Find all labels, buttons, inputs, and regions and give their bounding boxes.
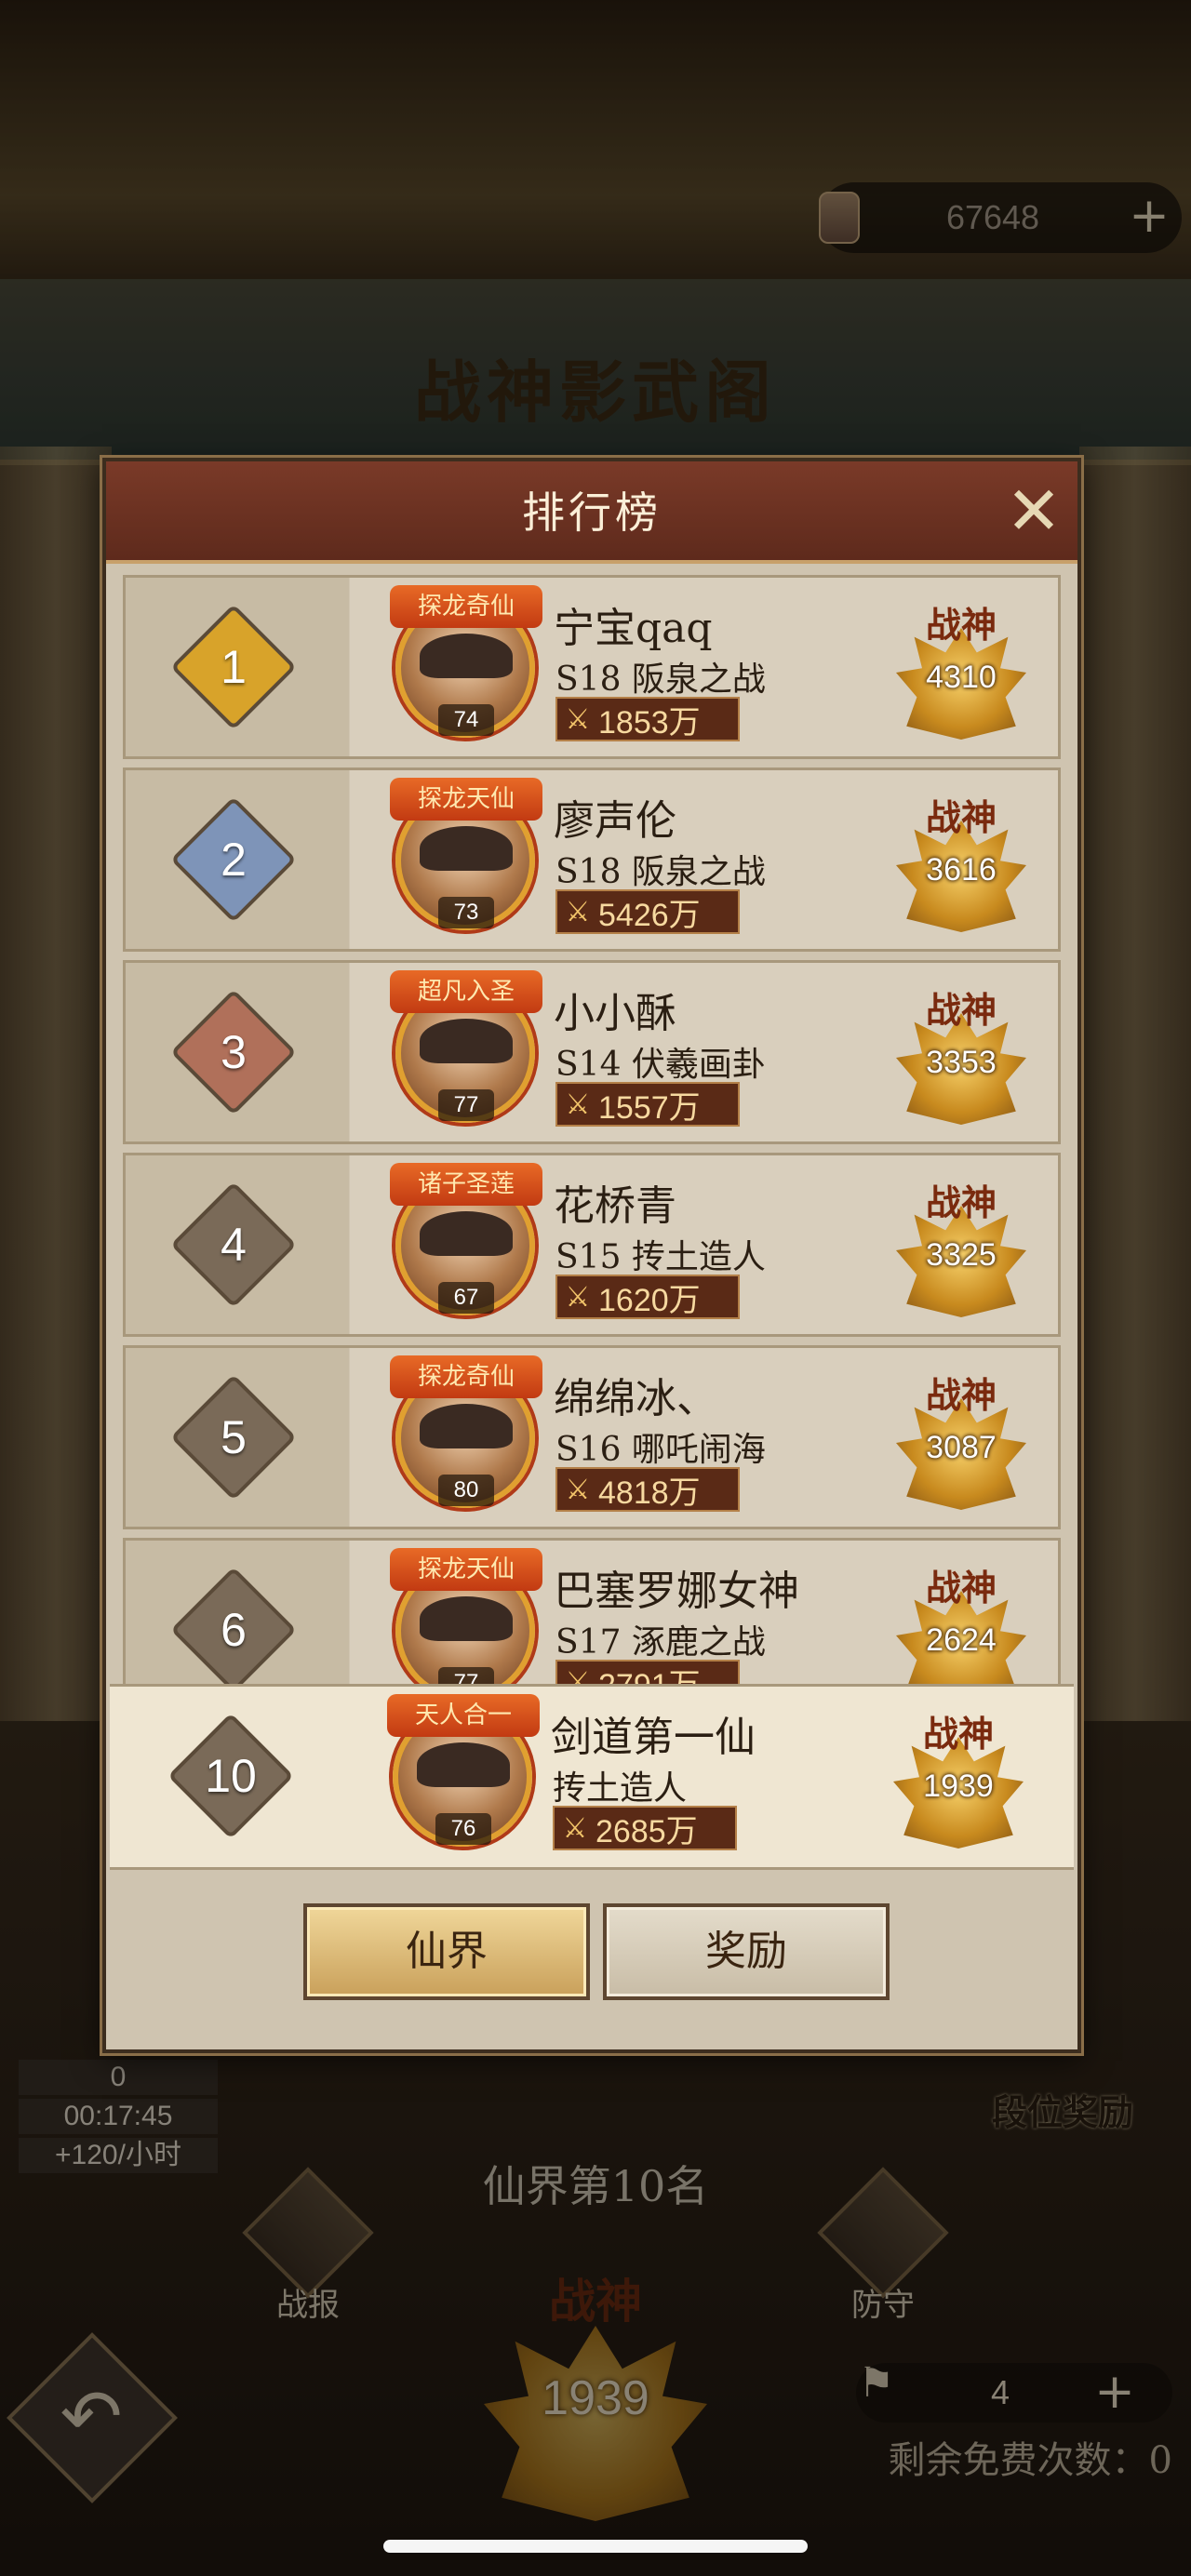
avatar-hair [420,1211,513,1256]
rank-emblem-label: 战神 [925,796,997,838]
rank-emblem-label: 战神 [925,989,997,1031]
leaderboard-row[interactable]: 6 探龙天仙 77 巴塞罗娜女神 S17 涿鹿之战 ⚔ 2791万 战神 262… [123,1538,1061,1691]
power-value: 5426万 [598,897,701,933]
panel-title: 排行榜 [522,487,662,538]
rank-emblem: 战神 3353 [887,976,1036,1134]
rank-emblem-score: 1939 [923,1768,994,1804]
avatar-hair [420,1596,513,1641]
player-server: S16 哪吒闹海 [555,1431,766,1469]
rank-number: 4 [221,1219,247,1271]
leaderboard-row[interactable]: 2 探龙天仙 73 廖声伦 S18 阪泉之战 ⚔ 5426万 战神 3616 [123,767,1061,952]
rank-emblem-label: 战神 [925,1181,997,1223]
player-level: 67 [438,1282,494,1314]
rank-emblem-label: 战神 [925,1567,997,1608]
power-badge: ⚔ 5426万 [555,889,740,934]
avatar-hair [420,1404,513,1448]
player-level: 74 [438,704,494,736]
player-level: 76 [435,1813,491,1845]
power-badge: ⚔ 1620万 [555,1275,740,1319]
rank-emblem-score: 2624 [926,1622,997,1658]
my-rank-row: 10 天人合一 76 剑道第一仙 抟土造人 ⚔ 2685万 战神 1939 [110,1684,1074,1870]
tab-realm[interactable]: 仙界 [303,1903,590,2000]
rank-number: 5 [221,1411,247,1463]
player-server: S14 伏羲画卦 [555,1046,766,1084]
rank-emblem: 战神 4310 [887,591,1036,749]
player-name: 小小酥 [554,990,676,1037]
crossed-swords-icon: ⚔ [565,702,591,736]
rank-number: 1 [221,641,247,693]
power-badge: ⚔ 2685万 [553,1806,737,1850]
rank-emblem-label: 战神 [925,1374,997,1416]
leaderboard-panel: 排行榜 ✕ 1 探龙奇仙 74 宁宝qaq S18 阪泉之战 ⚔ 1853万 战… [102,458,1081,2053]
rank-emblem-score: 3616 [926,852,997,888]
rank-number: 10 [205,1750,257,1802]
rank-emblem: 战神 3616 [887,783,1036,941]
avatar-hair [420,1019,513,1063]
player-name: 花桥青 [554,1182,676,1230]
crossed-swords-icon: ⚔ [565,1473,591,1506]
rank-emblem-score: 3353 [926,1045,997,1080]
rank-emblem: 战神 2624 [887,1554,1036,1691]
leaderboard-row[interactable]: 5 探龙奇仙 80 绵绵冰、 S16 哪吒闹海 ⚔ 4818万 战神 3087 [123,1345,1061,1529]
leaderboard-row[interactable]: 3 超凡入圣 77 小小酥 S14 伏羲画卦 ⚔ 1557万 战神 3353 [123,960,1061,1144]
player-name: 绵绵冰、 [554,1375,717,1422]
rank-emblem-score: 3087 [926,1430,997,1465]
player-name: 宁宝qaq [554,605,713,652]
rank-number: 2 [221,834,247,886]
player-level: 80 [438,1475,494,1506]
player-title-ribbon: 探龙奇仙 [390,585,542,628]
power-value: 1853万 [598,704,701,741]
player-level: 77 [438,1089,494,1121]
rank-emblem-score: 4310 [926,660,997,695]
player-server: S17 涿鹿之战 [555,1623,766,1662]
player-server: S18 阪泉之战 [555,853,766,891]
player-title-ribbon: 诸子圣莲 [390,1163,542,1206]
player-title-ribbon: 超凡入圣 [390,970,542,1013]
crossed-swords-icon: ⚔ [565,1280,591,1314]
power-value: 2685万 [596,1813,698,1849]
avatar-hair [417,1742,510,1787]
player-server: S15 抟土造人 [555,1238,766,1276]
rank-emblem-label: 战神 [925,604,997,646]
rank-number: 6 [221,1604,247,1656]
player-name: 廖声伦 [554,797,676,845]
player-title-ribbon: 探龙奇仙 [390,1355,542,1398]
avatar-hair [420,634,513,678]
rank-emblem-score: 3325 [926,1237,997,1273]
power-value: 1620万 [598,1282,701,1318]
player-level: 73 [438,897,494,928]
rank-emblem: 战神 1939 [884,1700,1033,1858]
player-title-ribbon: 天人合一 [387,1694,540,1737]
crossed-swords-icon: ⚔ [565,1088,591,1121]
crossed-swords-icon: ⚔ [565,895,591,928]
rank-emblem-label: 战神 [922,1713,994,1755]
leaderboard-list[interactable]: 1 探龙奇仙 74 宁宝qaq S18 阪泉之战 ⚔ 1853万 战神 4310… [123,575,1061,1691]
player-title-ribbon: 探龙天仙 [390,778,542,821]
avatar-hair [420,826,513,871]
rank-emblem: 战神 3087 [887,1361,1036,1519]
crossed-swords-icon: ⚔ [562,1811,588,1845]
player-name: 巴塞罗娜女神 [554,1568,799,1615]
power-badge: ⚔ 1557万 [555,1082,740,1127]
power-value: 1557万 [598,1089,701,1126]
player-server: S18 阪泉之战 [555,661,766,699]
close-icon[interactable]: ✕ [1005,477,1063,544]
player-name: 剑道第一仙 [551,1714,756,1761]
power-badge: ⚔ 1853万 [555,697,740,741]
player-server: 抟土造人 [553,1769,688,1808]
leaderboard-row[interactable]: 4 诸子圣莲 67 花桥青 S15 抟土造人 ⚔ 1620万 战神 3325 [123,1153,1061,1337]
player-title-ribbon: 探龙天仙 [390,1548,542,1591]
rank-emblem: 战神 3325 [887,1168,1036,1327]
power-value: 4818万 [598,1475,701,1511]
power-badge: ⚔ 4818万 [555,1467,740,1512]
leaderboard-row[interactable]: 1 探龙奇仙 74 宁宝qaq S18 阪泉之战 ⚔ 1853万 战神 4310 [123,575,1061,759]
tab-reward[interactable]: 奖励 [603,1903,890,2000]
home-indicator[interactable] [383,2540,808,2553]
rank-number: 3 [221,1026,247,1078]
